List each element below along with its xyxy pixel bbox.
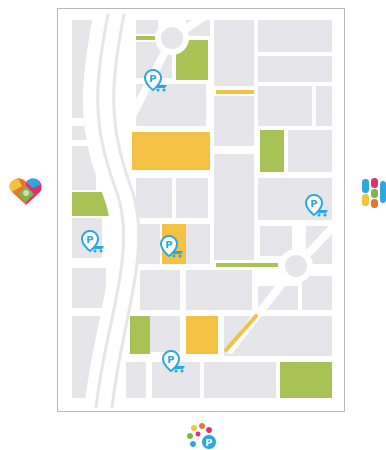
parking-marker-3[interactable]: P: [80, 229, 106, 257]
parking-icon: P: [159, 234, 183, 258]
parking-icon: P: [161, 349, 185, 373]
parking-marker-1[interactable]: P: [143, 68, 169, 96]
svg-text:P: P: [86, 235, 93, 246]
svg-text:P: P: [149, 74, 156, 85]
parking-marker-2[interactable]: P: [304, 193, 330, 221]
parking-marker-4[interactable]: P: [159, 234, 185, 262]
svg-text:P: P: [167, 355, 174, 366]
parking-icon: P: [143, 68, 167, 92]
parking-marker-5[interactable]: P: [161, 349, 187, 377]
svg-text:P: P: [310, 199, 317, 210]
svg-text:P: P: [165, 240, 172, 251]
parking-icon: P: [80, 229, 104, 253]
parking-icon: P: [304, 193, 328, 217]
colorful-letters-icon: [362, 178, 386, 208]
puzzle-heart-icon: [9, 178, 42, 205]
map-frame: P P P P P: [57, 8, 345, 412]
city-map: [58, 9, 344, 411]
dots-parking-icon: P: [187, 423, 216, 449]
svg-text:P: P: [205, 438, 212, 449]
